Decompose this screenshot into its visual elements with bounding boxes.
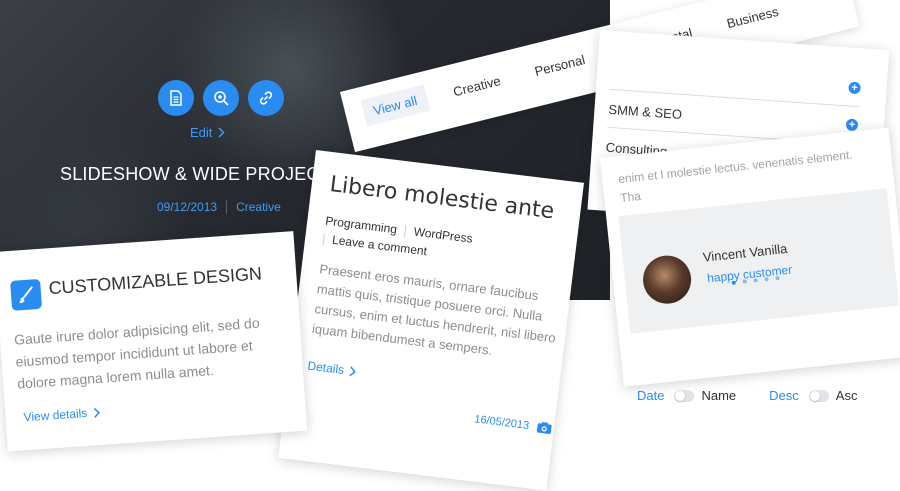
plus-icon: + bbox=[845, 118, 859, 132]
pagination-dot[interactable] bbox=[775, 275, 780, 281]
meta-divider bbox=[404, 225, 407, 238]
testimonial-card: enim et l molestie lectus. venenatis ele… bbox=[600, 127, 900, 387]
author-name: Vincent Vanilla bbox=[702, 240, 789, 265]
project-date: 09/12/2013 bbox=[157, 200, 218, 214]
sort-asc-label[interactable]: Asc bbox=[836, 388, 858, 403]
filter-creative[interactable]: Creative bbox=[452, 73, 503, 99]
sort-order-toggle[interactable] bbox=[808, 389, 829, 402]
project-category[interactable]: Creative bbox=[236, 200, 281, 214]
details-label: Details bbox=[306, 358, 345, 378]
avatar bbox=[640, 253, 694, 307]
meta-divider bbox=[322, 233, 325, 246]
feature-icon-box bbox=[10, 278, 43, 311]
category-wordpress[interactable]: WordPress bbox=[413, 225, 473, 246]
view-details-link[interactable]: View details bbox=[23, 405, 101, 424]
service-label: SMM & SEO bbox=[607, 101, 683, 122]
edit-label: Edit bbox=[190, 125, 213, 140]
edit-link[interactable]: Edit bbox=[190, 125, 225, 140]
sort-controls: Date Name Desc Asc bbox=[637, 388, 857, 403]
feature-title: CUSTOMIZABLE DESIGN bbox=[47, 263, 263, 299]
sort-field-toggle[interactable] bbox=[674, 389, 695, 402]
sort-desc-label[interactable]: Desc bbox=[769, 388, 799, 403]
testimonial-author-box: Vincent Vanilla happy customer bbox=[618, 188, 900, 334]
feature-card: CUSTOMIZABLE DESIGN Gaute irure dolor ad… bbox=[0, 231, 308, 452]
filter-business[interactable]: Business bbox=[725, 4, 780, 31]
pagination-dot[interactable] bbox=[731, 280, 736, 285]
post-excerpt: Praesent eros mauris, ornare faucibus ma… bbox=[311, 261, 557, 358]
project-title: SLIDESHOW & WIDE PROJECT bbox=[60, 164, 331, 184]
sort-name-label[interactable]: Name bbox=[701, 388, 736, 403]
zoom-icon bbox=[214, 91, 229, 106]
camera-icon bbox=[536, 422, 552, 435]
filter-personal[interactable]: Personal bbox=[533, 52, 586, 79]
link-button[interactable] bbox=[248, 80, 284, 116]
pagination-dot[interactable] bbox=[742, 279, 747, 284]
link-icon bbox=[259, 91, 273, 105]
plus-icon: + bbox=[848, 81, 861, 95]
document-icon bbox=[170, 90, 182, 106]
pagination-dot[interactable] bbox=[753, 278, 758, 283]
project-meta: 09/12/2013 Creative bbox=[157, 200, 281, 214]
chevron-right-icon bbox=[218, 127, 225, 138]
zoom-button[interactable] bbox=[203, 80, 239, 116]
filter-view-all[interactable]: View all bbox=[360, 84, 430, 127]
details-link[interactable]: Details bbox=[307, 359, 357, 379]
pagination-dot[interactable] bbox=[764, 277, 769, 282]
feature-text: Gaute irure dolor adipisicing elit, sed … bbox=[13, 314, 261, 392]
sort-date-label[interactable]: Date bbox=[637, 388, 664, 403]
brush-icon bbox=[19, 286, 33, 303]
document-button[interactable] bbox=[158, 80, 194, 116]
view-details-label: View details bbox=[23, 405, 88, 425]
blog-post-card: Libero molestie ante Programming WordPres… bbox=[278, 150, 584, 491]
chevron-right-icon bbox=[349, 365, 356, 376]
post-date: 16/05/2013 bbox=[473, 413, 530, 432]
meta-divider bbox=[226, 200, 228, 214]
post-date-row: 16/05/2013 bbox=[473, 413, 553, 435]
chevron-right-icon bbox=[93, 407, 100, 418]
